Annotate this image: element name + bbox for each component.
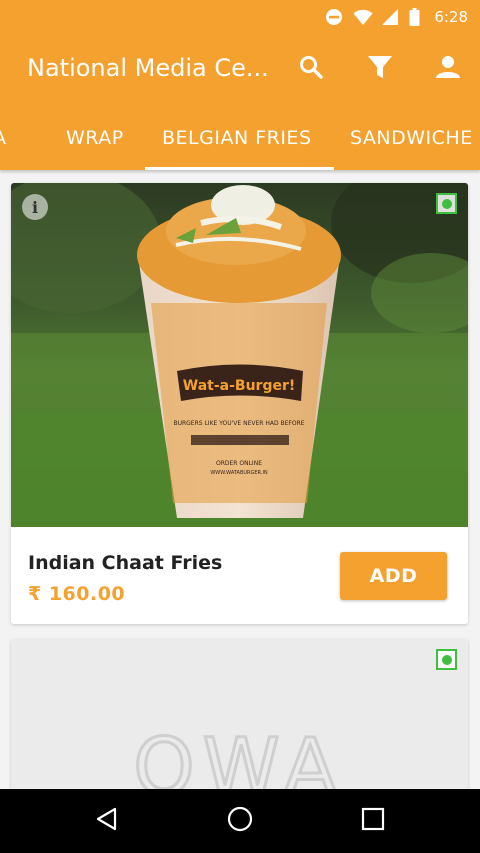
filter-button[interactable] [364,53,396,85]
signal-icon [381,8,399,26]
filter-icon [366,53,394,86]
food-image[interactable]: OWA [11,639,468,799]
home-icon [226,805,254,838]
cup-brand-text: Wat-a-Burger! [183,378,296,394]
tab-indicator [145,167,334,170]
cup-order-text: ORDER ONLINE [216,460,262,467]
tab-a[interactable]: A [0,127,7,149]
battery-icon [409,7,420,26]
search-icon [298,54,324,85]
category-tabs: A WRAP BELGIAN FRIES SANDWICHE [0,103,480,170]
veg-indicator-icon [436,649,457,670]
food-image[interactable]: Wat-a-Burger! BURGERS LIKE YOU'VE NEVER … [11,183,468,527]
cup-url-text: WWW.WATABURGER.IN [210,470,268,476]
add-button[interactable]: ADD [340,552,447,600]
search-button[interactable] [295,53,327,85]
menu-item-card[interactable]: Wat-a-Burger! BURGERS LIKE YOU'VE NEVER … [11,183,468,624]
back-button[interactable] [89,803,125,839]
recents-icon [361,807,385,836]
veg-indicator-icon [436,193,457,214]
tab-belgian-fries[interactable]: BELGIAN FRIES [162,127,312,149]
wifi-icon [353,8,373,26]
account-icon [435,54,461,85]
app-bar: National Media Ce... [0,33,480,103]
item-name: Indian Chaat Fries [28,552,223,574]
tab-wrap[interactable]: WRAP [66,127,124,149]
app-screen: 6:28 National Media Ce... A WRAP BELGIAN… [0,0,480,853]
account-button[interactable] [432,53,464,85]
home-button[interactable] [222,803,258,839]
recents-button[interactable] [355,803,391,839]
info-icon: i [31,197,39,217]
info-button[interactable]: i [22,194,48,220]
cup-tagline-text: BURGERS LIKE YOU'VE NEVER HAD BEFORE [173,420,304,427]
status-bar: 6:28 [0,0,480,33]
image-placeholder-text: OWA [133,723,345,799]
page-title[interactable]: National Media Ce... [27,54,269,82]
status-time: 6:28 [434,7,468,26]
item-price: ₹ 160.00 [28,583,126,605]
back-icon [94,806,120,837]
do-not-disturb-icon [325,8,343,26]
menu-item-card[interactable]: OWA [11,639,468,799]
system-nav-bar [0,789,480,853]
tab-sandwiches[interactable]: SANDWICHE [350,127,473,149]
